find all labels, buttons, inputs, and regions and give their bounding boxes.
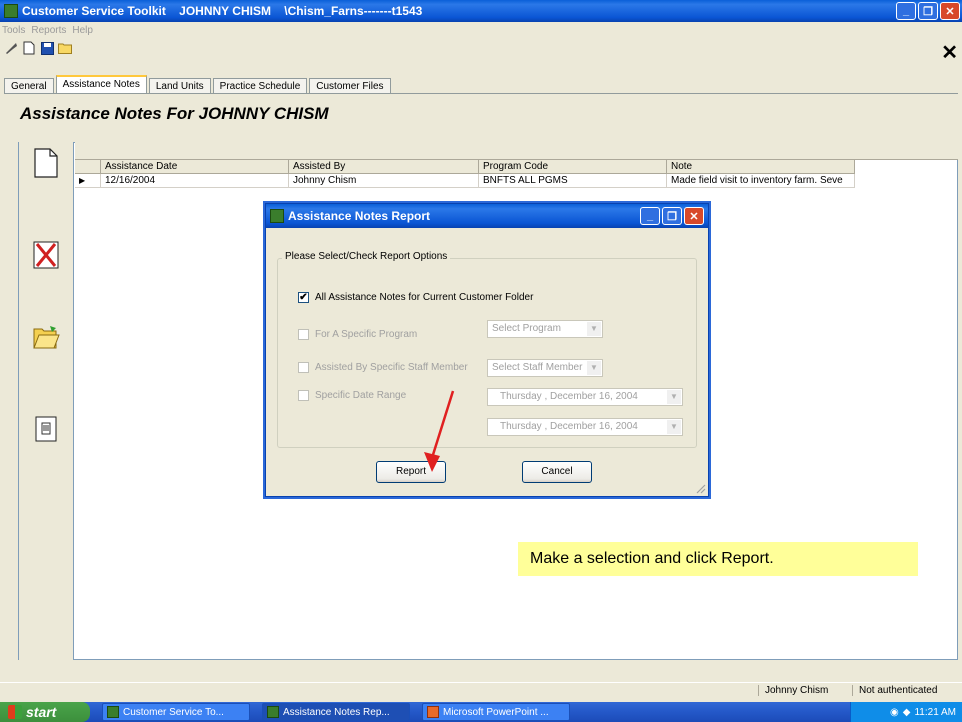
- specific-staff-checkbox[interactable]: Assisted By Specific Staff Member: [298, 362, 468, 373]
- open-folder-icon[interactable]: [58, 41, 72, 55]
- menu-reports[interactable]: Reports: [31, 25, 66, 36]
- date-range-checkbox[interactable]: Specific Date Range: [298, 390, 406, 401]
- report-options-label: Please Select/Check Report Options: [282, 251, 451, 262]
- app-icon: [267, 706, 279, 718]
- column-header-program-code[interactable]: Program Code: [479, 160, 667, 174]
- table-row[interactable]: ▶ 12/16/2004 Johnny Chism BNFTS ALL PGMS…: [75, 174, 958, 188]
- column-header-date[interactable]: Assistance Date: [101, 160, 289, 174]
- tab-strip: General Assistance Notes Land Units Prac…: [4, 75, 393, 94]
- new-note-icon[interactable]: [29, 146, 63, 180]
- date-range-label: Specific Date Range: [315, 390, 407, 401]
- tab-divider: [4, 93, 958, 94]
- date-from-value: Thursday , December 16, 2004: [500, 391, 638, 402]
- side-toolbar: [18, 142, 74, 660]
- menu-bar: Tools Reports Help: [0, 22, 962, 38]
- dialog-close-button[interactable]: ✕: [684, 207, 704, 225]
- toolbar: [0, 38, 962, 58]
- date-range-box: [298, 390, 309, 401]
- column-header-note[interactable]: Note: [667, 160, 855, 174]
- report-note-icon[interactable]: [29, 412, 63, 446]
- taskbar-item-assistance-notes[interactable]: Assistance Notes Rep...: [262, 703, 410, 721]
- clock: 11:21 AM: [914, 706, 956, 718]
- taskbar-item-label: Microsoft PowerPoint ...: [443, 706, 549, 718]
- save-icon[interactable]: [40, 41, 54, 55]
- cell-assisted-by[interactable]: Johnny Chism: [289, 174, 479, 188]
- window-titlebar: Customer Service Toolkit JOHNNY CHISM \C…: [0, 0, 962, 22]
- taskbar-item-powerpoint[interactable]: Microsoft PowerPoint ...: [422, 703, 570, 721]
- menu-tools[interactable]: Tools: [2, 25, 25, 36]
- shield-icon[interactable]: ◆: [903, 707, 911, 718]
- grid-caption-bar: [75, 142, 958, 160]
- column-header-assisted-by[interactable]: Assisted By: [289, 160, 479, 174]
- all-notes-label: All Assistance Notes for Current Custome…: [315, 292, 534, 303]
- status-auth: Not authenticated: [852, 685, 960, 696]
- notes-grid: Assistance Date Assisted By Program Code…: [75, 142, 958, 188]
- page-title: Assistance Notes For JOHNNY CHISM: [20, 104, 329, 123]
- specific-program-checkbox[interactable]: For A Specific Program: [298, 329, 417, 340]
- status-user: Johnny Chism: [758, 685, 846, 696]
- select-program-dropdown[interactable]: Select Program ▼: [487, 320, 603, 338]
- system-tray: ◉ ◆ 11:21 AM: [850, 702, 962, 722]
- cell-note[interactable]: Made field visit to inventory farm. Seve: [667, 174, 855, 188]
- close-button[interactable]: ✕: [940, 2, 960, 20]
- minimize-button[interactable]: _: [896, 2, 916, 20]
- grid-header: Assistance Date Assisted By Program Code…: [75, 160, 958, 174]
- taskbar-item-label: Assistance Notes Rep...: [283, 706, 390, 718]
- powerpoint-icon: [427, 706, 439, 718]
- specific-program-box: [298, 329, 309, 340]
- start-label: start: [26, 704, 57, 720]
- dialog-maximize-button[interactable]: ❐: [662, 207, 682, 225]
- open-note-icon[interactable]: [29, 320, 63, 354]
- chevron-down-icon: ▼: [667, 390, 681, 404]
- taskbar: start Customer Service To... Assistance …: [0, 702, 962, 722]
- grid-header-corner: [75, 160, 101, 174]
- windows-logo-icon: [8, 705, 22, 719]
- tab-general[interactable]: General: [4, 78, 54, 94]
- select-staff-value: Select Staff Member: [492, 362, 583, 373]
- specific-program-label: For A Specific Program: [315, 329, 418, 340]
- dialog-titlebar: Assistance Notes Report _ ❐ ✕: [266, 204, 708, 228]
- select-staff-dropdown[interactable]: Select Staff Member ▼: [487, 359, 603, 377]
- specific-staff-label: Assisted By Specific Staff Member: [315, 362, 468, 373]
- date-to-picker[interactable]: Thursday , December 16, 2004 ▼: [487, 418, 683, 436]
- dialog-minimize-button[interactable]: _: [640, 207, 660, 225]
- tab-practice-schedule[interactable]: Practice Schedule: [212, 78, 308, 94]
- delete-note-icon[interactable]: [29, 238, 63, 272]
- cancel-button[interactable]: Cancel: [522, 461, 592, 483]
- instruction-callout: Make a selection and click Report.: [518, 542, 918, 576]
- all-notes-checkbox[interactable]: ✔ All Assistance Notes for Current Custo…: [298, 292, 533, 303]
- red-arrow-icon: [424, 390, 455, 472]
- cell-date[interactable]: 12/16/2004: [101, 174, 289, 188]
- maximize-button[interactable]: ❐: [918, 2, 938, 20]
- tab-assistance-notes[interactable]: Assistance Notes: [55, 75, 147, 94]
- app-icon: [107, 706, 119, 718]
- taskbar-item-customer-service[interactable]: Customer Service To...: [102, 703, 250, 721]
- window-title: Customer Service Toolkit JOHNNY CHISM \C…: [22, 4, 423, 18]
- close-form-icon[interactable]: ✕: [941, 40, 958, 65]
- date-to-value: Thursday , December 16, 2004: [500, 421, 638, 432]
- all-notes-check-mark: ✔: [298, 292, 309, 303]
- menu-help[interactable]: Help: [72, 25, 93, 36]
- report-dialog: Assistance Notes Report _ ❐ ✕ Please Sel…: [265, 203, 709, 497]
- tab-customer-files[interactable]: Customer Files: [309, 78, 391, 94]
- specific-staff-box: [298, 362, 309, 373]
- new-document-icon[interactable]: [22, 41, 36, 55]
- cell-program-code[interactable]: BNFTS ALL PGMS: [479, 174, 667, 188]
- tab-land-units[interactable]: Land Units: [148, 78, 211, 94]
- row-indicator-icon: ▶: [75, 174, 101, 188]
- dialog-title: Assistance Notes Report: [288, 209, 431, 223]
- date-from-picker[interactable]: Thursday , December 16, 2004 ▼: [487, 388, 683, 406]
- chevron-down-icon: ▼: [587, 322, 601, 336]
- start-button[interactable]: start: [0, 702, 90, 722]
- wrench-icon[interactable]: [4, 41, 18, 55]
- dialog-app-icon: [270, 209, 284, 223]
- chevron-down-icon: ▼: [667, 420, 681, 434]
- app-icon: [4, 4, 18, 18]
- select-program-value: Select Program: [492, 323, 561, 334]
- chevron-down-icon: ▼: [587, 361, 601, 375]
- taskbar-item-label: Customer Service To...: [123, 706, 224, 718]
- status-bar: Johnny Chism Not authenticated: [0, 682, 962, 700]
- network-icon[interactable]: ◉: [890, 707, 899, 718]
- resize-grip-icon[interactable]: [694, 482, 706, 494]
